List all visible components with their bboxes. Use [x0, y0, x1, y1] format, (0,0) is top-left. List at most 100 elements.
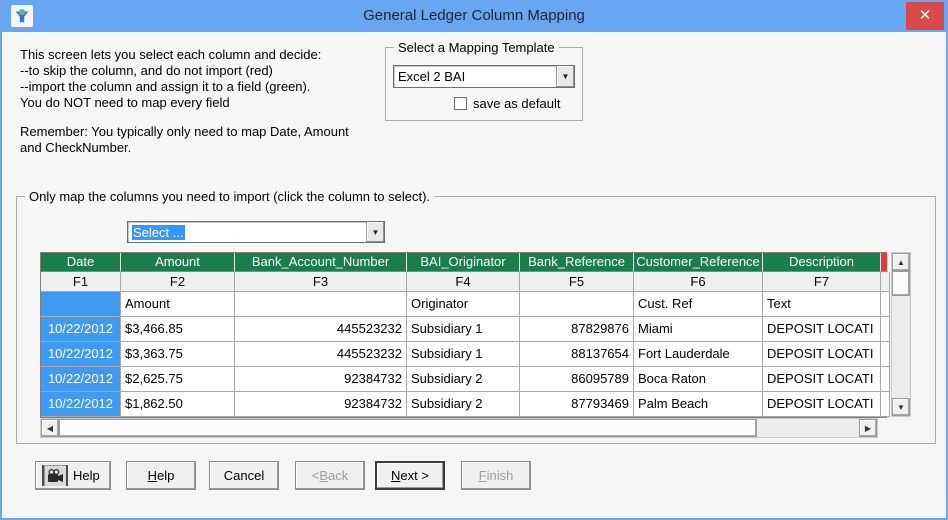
grid-field-label-col7[interactable]: Text [763, 292, 881, 317]
grid-row: 10/22/2012 $1,862.50 92384732 Subsidiary 28… [41, 392, 890, 417]
template-combobox[interactable]: Excel 2 BAI ▼ [393, 65, 575, 88]
mapping-groupbox-label: Only map the columns you need to import … [25, 189, 435, 204]
grid-row: Date Amount Bank_Account_Number BAI_Origina… [41, 253, 888, 272]
grid-cell-col3[interactable]: 445523232 [235, 317, 407, 342]
grid-cell-col4[interactable]: Subsidiary 1 [407, 342, 520, 367]
grid-cell-col4[interactable]: Subsidiary 2 [407, 367, 520, 392]
vertical-scrollbar[interactable]: ▲ ▼ [891, 252, 911, 417]
intro-line-4: You do NOT need to map every field [20, 95, 230, 110]
grid-cell-col5[interactable]: 87793469 [520, 392, 634, 417]
grid-cell-col2[interactable]: $3,363.75 [121, 342, 235, 367]
grid-field-code-col6[interactable]: F6 [634, 272, 763, 292]
grid-header-col4[interactable]: BAI_Originator [407, 253, 520, 272]
video-camera-icon [42, 465, 68, 486]
horizontal-scroll-thumb[interactable] [59, 419, 757, 437]
grid-field-code-col3[interactable]: F3 [235, 272, 407, 292]
save-default-row: save as default [454, 96, 560, 111]
grid-row: F1 F2 F3 F4 F5 F6 F7 [41, 272, 890, 292]
grid-skip-column[interactable] [881, 342, 890, 367]
chevron-down-icon[interactable]: ▼ [366, 222, 384, 242]
grid-cell-col3[interactable]: 92384732 [235, 367, 407, 392]
grid-skip-column[interactable] [881, 317, 890, 342]
grid-header-col1[interactable]: Date [41, 253, 121, 272]
grid-header-col7[interactable]: Description [763, 253, 881, 272]
grid-skip-column[interactable] [881, 367, 890, 392]
window-title: General Ledger Column Mapping [363, 7, 585, 24]
scroll-down-icon[interactable]: ▼ [892, 398, 910, 416]
grid-header-col2[interactable]: Amount [121, 253, 235, 272]
grid-cell-col7[interactable]: DEPOSIT LOCATI [763, 392, 881, 417]
grid-cell-col5[interactable]: 86095789 [520, 367, 634, 392]
grid-cell-col2[interactable]: $2,625.75 [121, 367, 235, 392]
grid-header-col5[interactable]: Bank_Reference [520, 253, 634, 272]
save-default-checkbox[interactable] [454, 97, 467, 110]
grid-cell-col1[interactable]: 10/22/2012 [41, 392, 121, 417]
template-combobox-value: Excel 2 BAI [398, 69, 466, 84]
grid-cell-col4[interactable]: Subsidiary 2 [407, 392, 520, 417]
grid-skip-column[interactable] [881, 253, 888, 272]
grid-cell-col3[interactable]: 445523232 [235, 342, 407, 367]
intro-text: This screen lets you select each column … [20, 47, 321, 111]
grid-field-label-col1[interactable] [41, 292, 121, 317]
grid-row: 10/22/2012 $3,466.85 445523232 Subsidiary 1… [41, 317, 890, 342]
save-default-label: save as default [473, 96, 561, 111]
grid-cell-col7[interactable]: DEPOSIT LOCATI [763, 317, 881, 342]
scroll-left-icon[interactable]: ◀ [41, 419, 59, 437]
finish-button[interactable]: Finish [461, 461, 531, 490]
column-select-value: Select ... [128, 224, 366, 240]
grid-field-code-col5[interactable]: F5 [520, 272, 634, 292]
grid-field-label-col4[interactable]: Originator [407, 292, 520, 317]
scroll-up-icon[interactable]: ▲ [892, 253, 910, 271]
grid-header-col6[interactable]: Customer_Reference [634, 253, 763, 272]
grid-row: Amount Originator Cust. Ref Text [41, 292, 890, 317]
grid-cell-col1[interactable]: 10/22/2012 [41, 342, 121, 367]
grid-cell-col5[interactable]: 88137654 [520, 342, 634, 367]
video-help-button[interactable]: Help [35, 461, 111, 490]
grid-field-label-col6[interactable]: Cust. Ref [634, 292, 763, 317]
grid-field-label-col2[interactable]: Amount [121, 292, 235, 317]
grid-cell-col6[interactable]: Fort Lauderdale [634, 342, 763, 367]
grid-cell-col2[interactable]: $1,862.50 [121, 392, 235, 417]
column-select-highlighted-text: Select ... [132, 224, 185, 240]
grid-cell-col7[interactable]: DEPOSIT LOCATI [763, 342, 881, 367]
grid-skip-column[interactable] [881, 292, 890, 317]
vertical-scroll-thumb[interactable] [892, 271, 910, 296]
grid-cell-col6[interactable]: Palm Beach [634, 392, 763, 417]
grid-header-col3[interactable]: Bank_Account_Number [235, 253, 407, 272]
intro-line-1: This screen lets you select each column … [20, 47, 322, 62]
next-button[interactable]: Next > [375, 461, 445, 490]
remember-line-1: Remember: You typically only need to map… [20, 124, 349, 139]
grid-cell-col4[interactable]: Subsidiary 1 [407, 317, 520, 342]
grid-cell-col7[interactable]: DEPOSIT LOCATI [763, 367, 881, 392]
grid-field-label-col5[interactable] [520, 292, 634, 317]
grid-cell-col2[interactable]: $3,466.85 [121, 317, 235, 342]
column-select-combobox[interactable]: Select ... ▼ [127, 221, 385, 243]
grid-cell-col3[interactable]: 92384732 [235, 392, 407, 417]
grid-cell-col6[interactable]: Miami [634, 317, 763, 342]
grid-skip-column[interactable] [881, 272, 890, 292]
grid-row: 10/22/2012 $2,625.75 92384732 Subsidiary 28… [41, 367, 890, 392]
intro-line-2: --to skip the column, and do not import … [20, 63, 273, 78]
scroll-right-icon[interactable]: ▶ [859, 419, 877, 437]
grid-field-code-col2[interactable]: F2 [121, 272, 235, 292]
back-button[interactable]: < Back [295, 461, 365, 490]
template-groupbox-label: Select a Mapping Template [394, 40, 559, 55]
grid-cell-col1[interactable]: 10/22/2012 [41, 367, 121, 392]
grid-field-code-col7[interactable]: F7 [763, 272, 881, 292]
cancel-button[interactable]: Cancel [209, 461, 279, 490]
grid-field-code-col1[interactable]: F1 [41, 272, 121, 292]
intro-line-3: --import the column and assign it to a f… [20, 79, 311, 94]
general-ledger-column-mapping-dialog: General Ledger Column Mapping ✕ This scr… [0, 0, 948, 520]
grid-field-code-col4[interactable]: F4 [407, 272, 520, 292]
grid-cell-col5[interactable]: 87829876 [520, 317, 634, 342]
grid-field-label-col3[interactable] [235, 292, 407, 317]
close-button[interactable]: ✕ [906, 2, 944, 30]
grid-skip-column[interactable] [881, 392, 890, 417]
mapping-grid: Date Amount Bank_Account_Number BAI_Origina… [40, 252, 890, 418]
video-help-button-label: Help [73, 468, 100, 483]
help-button[interactable]: Help [126, 461, 196, 490]
horizontal-scrollbar[interactable]: ◀ ▶ [40, 418, 878, 438]
chevron-down-icon[interactable]: ▼ [556, 66, 574, 87]
grid-cell-col6[interactable]: Boca Raton [634, 367, 763, 392]
grid-cell-col1[interactable]: 10/22/2012 [41, 317, 121, 342]
